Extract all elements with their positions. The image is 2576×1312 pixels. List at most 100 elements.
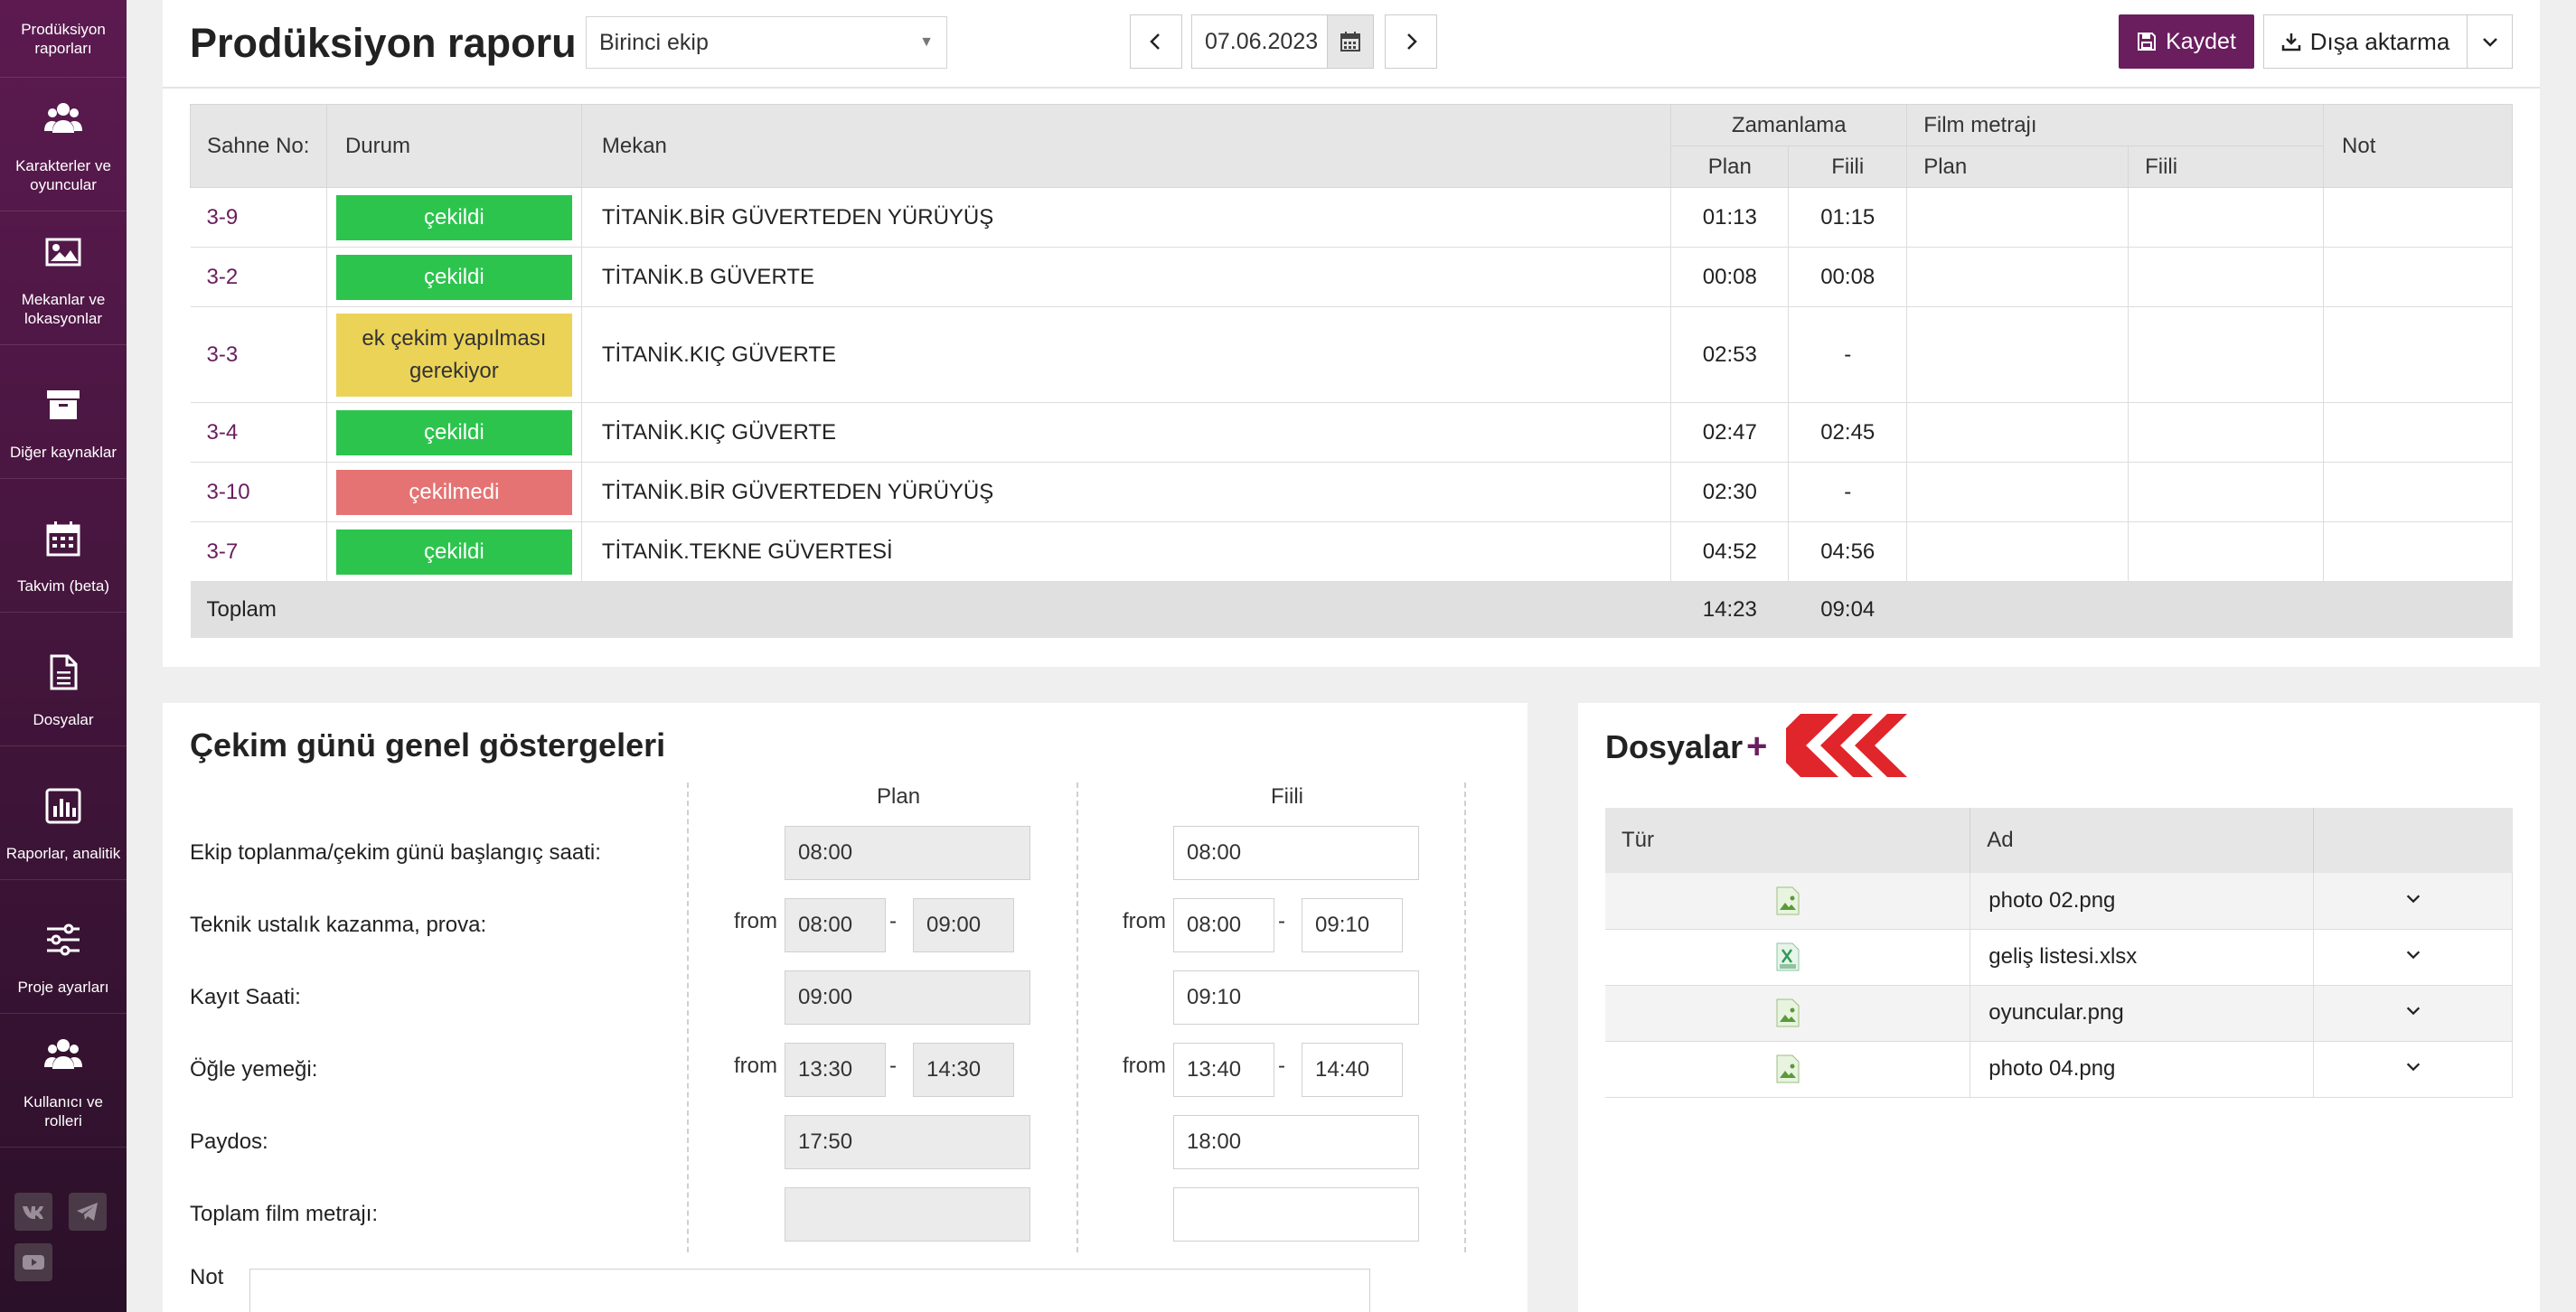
brand-logo — [1786, 714, 1907, 777]
status-badge[interactable]: çekildi — [335, 254, 572, 300]
chevron-down-icon — [2406, 1007, 2420, 1016]
scene-link[interactable]: 3-2 — [190, 247, 327, 307]
status-badge[interactable]: ek çekim yapılması gerekiyor — [335, 313, 572, 397]
film-actual-cell[interactable] — [2128, 306, 2325, 403]
film-total-actual-field[interactable] — [1173, 1187, 1419, 1242]
film-plan-cell[interactable] — [1906, 402, 2129, 463]
scene-link[interactable]: 3-9 — [190, 187, 327, 248]
status-badge[interactable]: çekildi — [335, 529, 572, 575]
film-actual-cell[interactable] — [2128, 247, 2325, 307]
lunch-actual-to-field[interactable]: 14:40 — [1302, 1043, 1403, 1097]
sidebar-item-project-settings[interactable]: Proje ayarları — [0, 880, 127, 1014]
film-plan-cell[interactable] — [1906, 187, 2129, 248]
page-title: Prodüksiyon raporu — [190, 20, 577, 66]
files-table: Tür Ad photo 02.png geliş listesi.xlsx o… — [1605, 808, 2513, 1098]
film-actual-cell[interactable] — [2128, 462, 2325, 522]
sidebar-item-characters[interactable]: Karakterler ve oyuncular — [0, 78, 127, 211]
timing-plan-cell: 02:47 — [1670, 402, 1790, 463]
note-cell[interactable] — [2323, 521, 2513, 582]
note-cell[interactable] — [2323, 306, 2513, 403]
date-input[interactable]: 07.06.2023 — [1191, 14, 1327, 69]
table-row: 3-7 çekildi TİTANİK.TEKNE GÜVERTESİ 04:5… — [190, 521, 2513, 582]
save-button[interactable]: Kaydet — [2119, 14, 2254, 69]
users-icon — [44, 1039, 82, 1069]
prev-date-button[interactable] — [1130, 14, 1182, 69]
divider — [1464, 783, 1466, 1252]
note-cell[interactable] — [2323, 187, 2513, 248]
dash-separator: - — [889, 1054, 897, 1078]
film-plan-cell[interactable] — [1906, 306, 2129, 403]
note-cell[interactable] — [2323, 247, 2513, 307]
telegram-link[interactable] — [69, 1193, 107, 1231]
technical-actual-from-field[interactable]: 08:00 — [1173, 898, 1274, 952]
sidebar-item-other-resources[interactable]: Diğer kaynaklar — [0, 345, 127, 479]
export-dropdown-button[interactable] — [2468, 14, 2513, 69]
calendar-icon — [46, 521, 80, 557]
chart-icon — [45, 788, 81, 824]
sidebar-item-production-reports[interactable]: Prodüksiyon raporları — [0, 0, 127, 78]
add-file-button[interactable]: + — [1746, 726, 1767, 767]
crew-select[interactable]: Birinci ekip ▼ — [586, 16, 947, 69]
sidebar-item-locations[interactable]: Mekanlar ve lokasyonlar — [0, 211, 127, 345]
file-name[interactable]: geliş listesi.xlsx — [1970, 929, 2315, 986]
vk-link[interactable] — [14, 1193, 52, 1231]
note-textarea[interactable] — [249, 1269, 1370, 1312]
film-plan-cell[interactable] — [1906, 247, 2129, 307]
wrap-actual-field[interactable]: 18:00 — [1173, 1115, 1419, 1169]
file-row: photo 02.png — [1605, 873, 2513, 930]
file-menu-button[interactable] — [2313, 985, 2513, 1042]
png-file-icon — [1776, 1054, 1800, 1083]
status-badge[interactable]: çekilmedi — [335, 469, 572, 515]
chevron-right-icon — [1407, 33, 1417, 50]
sidebar-item-files[interactable]: Dosyalar — [0, 613, 127, 746]
file-name[interactable]: oyuncular.png — [1970, 985, 2315, 1042]
scene-link[interactable]: 3-7 — [190, 521, 327, 582]
film-actual-cell[interactable] — [2128, 402, 2325, 463]
youtube-link[interactable] — [14, 1243, 52, 1281]
file-menu-button[interactable] — [2313, 929, 2513, 986]
note-cell[interactable] — [2323, 402, 2513, 463]
header-timing-plan: Plan — [1670, 145, 1790, 188]
file-menu-button[interactable] — [2313, 1041, 2513, 1098]
scene-link[interactable]: 3-10 — [190, 462, 327, 522]
technical-actual-to-field[interactable]: 09:10 — [1302, 898, 1403, 952]
film-actual-cell[interactable] — [2128, 187, 2325, 248]
header-location: Mekan — [580, 104, 1672, 188]
record-actual-field[interactable]: 09:10 — [1173, 970, 1419, 1025]
chevron-down-icon — [2406, 895, 2420, 903]
shooting-day-indicators-card: Çekim günü genel göstergeleri Plan Fiili… — [163, 703, 1528, 1312]
next-date-button[interactable] — [1385, 14, 1437, 69]
export-button[interactable]: Dışa aktarma — [2263, 14, 2468, 69]
film-plan-cell[interactable] — [1906, 462, 2129, 522]
scene-link[interactable]: 3-4 — [190, 402, 327, 463]
header-film-plan: Plan — [1906, 145, 2129, 188]
header-type: Tür — [1605, 808, 1971, 873]
film-actual-cell[interactable] — [2128, 521, 2325, 582]
telegram-icon — [77, 1203, 98, 1221]
scene-link[interactable]: 3-3 — [190, 306, 327, 403]
film-plan-cell[interactable] — [1906, 521, 2129, 582]
youtube-icon — [23, 1255, 44, 1270]
floppy-icon — [2138, 33, 2157, 51]
status-badge[interactable]: çekildi — [335, 194, 572, 240]
lunch-actual-from-field[interactable]: 13:40 — [1173, 1043, 1274, 1097]
table-row: 3-3 ek çekim yapılması gerekiyor TİTANİK… — [190, 306, 2513, 403]
table-row: 3-4 çekildi TİTANİK.KIÇ GÜVERTE 02:47 02… — [190, 402, 2513, 463]
chevron-left-icon — [1150, 33, 1160, 50]
lunch-plan-to-field: 14:30 — [913, 1043, 1014, 1097]
note-cell[interactable] — [2323, 462, 2513, 522]
dash-separator: - — [889, 909, 897, 933]
calendar-button[interactable] — [1327, 14, 1374, 69]
film-total-label: Toplam film metrajı: — [190, 1202, 379, 1226]
file-menu-button[interactable] — [2313, 873, 2513, 930]
sidebar-item-label: Mekanlar ve lokasyonlar — [21, 291, 106, 327]
crew-call-actual-field[interactable]: 08:00 — [1173, 826, 1419, 880]
sidebar-item-analytics[interactable]: Raporlar, analitik — [0, 746, 127, 880]
header-name: Ad — [1970, 808, 2315, 873]
sidebar-item-calendar[interactable]: Takvim (beta) — [0, 479, 127, 613]
timing-actual-cell: - — [1788, 306, 1908, 403]
sidebar-item-users-roles[interactable]: Kullanıcı ve rolleri — [0, 1014, 127, 1148]
file-name[interactable]: photo 02.png — [1970, 873, 2315, 930]
file-name[interactable]: photo 04.png — [1970, 1041, 2315, 1098]
status-badge[interactable]: çekildi — [335, 409, 572, 455]
